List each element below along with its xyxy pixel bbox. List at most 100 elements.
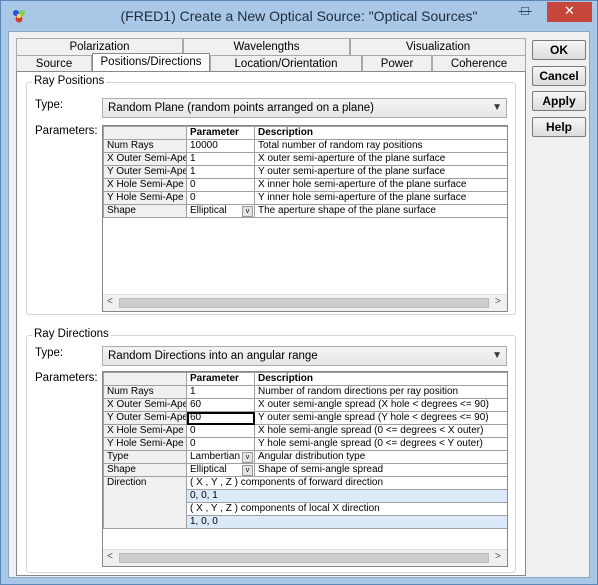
scroll-left-icon[interactable]: < (107, 551, 113, 562)
param-name: X Outer Semi-Ape (103, 398, 187, 412)
forward-direction-value[interactable]: 0, 0, 1 (186, 489, 507, 503)
param-value-cell[interactable]: 0 (186, 178, 255, 192)
param-value-cell-selected[interactable]: 60 (186, 411, 255, 425)
table-row[interactable]: X Hole Semi-Ape 0 X inner hole semi-aper… (103, 178, 507, 192)
dialog-window: (FRED1) Create a New Optical Source: "Op… (0, 0, 598, 585)
table-row[interactable]: Y Hole Semi-Ape 0 Y hole semi-angle spre… (103, 437, 507, 451)
horizontal-scrollbar[interactable]: < > (103, 549, 507, 566)
param-description: X outer semi-angle spread (X hole < degr… (254, 398, 507, 412)
param-description: X inner hole semi-aperture of the plane … (254, 178, 507, 192)
grid-corner (103, 372, 187, 386)
tab-source[interactable]: Source (16, 55, 92, 72)
scroll-left-icon[interactable]: < (107, 296, 113, 307)
ok-button[interactable]: OK (532, 40, 586, 60)
table-row[interactable]: Y Outer Semi-Ape 1 Y outer semi-aperture… (103, 165, 507, 179)
apply-button[interactable]: Apply (532, 91, 586, 111)
ray-positions-type-label: Type: (35, 99, 64, 111)
table-row[interactable]: X Hole Semi-Ape 0 X hole semi-angle spre… (103, 424, 507, 438)
chevron-down-icon: ▼ (492, 350, 502, 361)
param-value-cell[interactable]: 0 (186, 191, 255, 205)
type-dropdown-cell[interactable]: Lambertian v (186, 450, 255, 464)
grid-header-parameter: Parameter (186, 372, 255, 386)
table-row[interactable]: Type Lambertian v Angular distribution t… (103, 450, 507, 464)
param-name: Y Outer Semi-Ape (103, 165, 187, 179)
param-value-cell[interactable]: 60 (186, 398, 255, 412)
grid-corner (103, 126, 187, 140)
horizontal-scrollbar[interactable]: < > (103, 294, 507, 311)
type-value: Lambertian (190, 451, 241, 463)
table-row[interactable]: Num Rays 1 Number of random directions p… (103, 385, 507, 399)
table-row[interactable]: Y Outer Semi-Ape 60 Y outer semi-angle s… (103, 411, 507, 425)
title-bar[interactable]: (FRED1) Create a New Optical Source: "Op… (1, 1, 597, 31)
param-name: Type (103, 450, 187, 464)
shape-value: Elliptical (190, 205, 227, 217)
param-description: Shape of semi-angle spread (254, 463, 507, 477)
param-name: Shape (103, 463, 187, 477)
param-value-cell[interactable]: 10000 (186, 139, 255, 153)
chevron-down-icon[interactable]: v (242, 206, 253, 217)
tab-location-orientation[interactable]: Location/Orientation (210, 55, 362, 72)
ray-directions-type-select[interactable]: Random Directions into an angular range … (102, 346, 507, 366)
dialog-client: OK Cancel Apply Help Polarization Wavele… (8, 31, 590, 578)
shape-value: Elliptical (190, 464, 227, 476)
table-row[interactable]: Shape Elliptical v Shape of semi-angle s… (103, 463, 507, 477)
ray-directions-grid[interactable]: Parameter Description Num Rays 1 Number … (102, 371, 508, 567)
param-description: X hole semi-angle spread (0 <= degrees <… (254, 424, 507, 438)
grid-header-parameter: Parameter (186, 126, 255, 140)
tab-visualization[interactable]: Visualization (350, 38, 526, 55)
tab-power[interactable]: Power (362, 55, 432, 72)
tab-coherence[interactable]: Coherence (432, 55, 526, 72)
scroll-right-icon[interactable]: > (495, 551, 501, 562)
chevron-down-icon[interactable]: v (242, 452, 253, 463)
param-description: Y inner hole semi-aperture of the plane … (254, 191, 507, 205)
param-value-cell[interactable]: 0 (186, 437, 255, 451)
grid-header-description: Description (254, 372, 507, 386)
param-value-cell[interactable]: 1 (186, 165, 255, 179)
ray-directions-type-value: Random Directions into an angular range (108, 350, 318, 362)
scroll-thumb[interactable] (119, 298, 489, 308)
param-value-cell[interactable]: 1 (186, 152, 255, 166)
ray-positions-params-label: Parameters: (35, 125, 98, 137)
ray-directions-type-label: Type: (35, 347, 64, 359)
chevron-down-icon[interactable]: v (242, 465, 253, 476)
ray-positions-type-select[interactable]: Random Plane (random points arranged on … (102, 98, 507, 118)
ray-directions-params-label: Parameters: (35, 372, 98, 384)
ray-positions-type-value: Random Plane (random points arranged on … (108, 102, 374, 114)
param-description: Y outer semi-aperture of the plane surfa… (254, 165, 507, 179)
table-row[interactable]: X Outer Semi-Ape 60 X outer semi-angle s… (103, 398, 507, 412)
ray-positions-grid[interactable]: Parameter Description Num Rays 10000 Tot… (102, 125, 508, 312)
param-name: Y Hole Semi-Ape (103, 191, 187, 205)
param-name: X Outer Semi-Ape (103, 152, 187, 166)
param-value-cell[interactable]: 0 (186, 424, 255, 438)
scroll-thumb[interactable] (119, 553, 489, 563)
close-button[interactable]: ✕ (547, 2, 592, 22)
maximize-button[interactable]: □ (512, 2, 538, 22)
table-row[interactable]: Y Hole Semi-Ape 0 Y inner hole semi-aper… (103, 191, 507, 205)
ray-positions-title: Ray Positions (32, 75, 107, 87)
tab-positions-directions[interactable]: Positions/Directions (92, 53, 210, 72)
shape-dropdown-cell[interactable]: Elliptical v (186, 204, 255, 218)
shape-dropdown-cell[interactable]: Elliptical v (186, 463, 255, 477)
param-name: Direction (103, 476, 187, 529)
param-description: Y outer semi-angle spread (Y hole < degr… (254, 411, 507, 425)
table-row[interactable]: X Outer Semi-Ape 1 X outer semi-aperture… (103, 152, 507, 166)
tab-panel-positions-directions: Ray Positions Type: Random Plane (random… (16, 71, 526, 576)
local-x-direction-header: ( X , Y , Z ) components of local X dire… (186, 502, 507, 516)
grid-header-description: Description (254, 126, 507, 140)
forward-direction-header: ( X , Y , Z ) components of forward dire… (186, 476, 507, 490)
param-description: Y hole semi-angle spread (0 <= degrees <… (254, 437, 507, 451)
param-value-cell[interactable]: 1 (186, 385, 255, 399)
local-x-direction-value[interactable]: 1, 0, 0 (186, 515, 507, 529)
scroll-right-icon[interactable]: > (495, 296, 501, 307)
cancel-button[interactable]: Cancel (532, 66, 586, 86)
param-name: Num Rays (103, 139, 187, 153)
help-button[interactable]: Help (532, 117, 586, 137)
chevron-down-icon: ▼ (492, 102, 502, 113)
table-row[interactable]: Shape Elliptical v The aperture shape of… (103, 204, 507, 218)
window-title: (FRED1) Create a New Optical Source: "Op… (120, 8, 478, 24)
grid-header-row: Parameter Description (103, 126, 507, 140)
param-description: Number of random directions per ray posi… (254, 385, 507, 399)
param-name: X Hole Semi-Ape (103, 178, 187, 192)
table-row[interactable]: Num Rays 10000 Total number of random ra… (103, 139, 507, 153)
param-name: Shape (103, 204, 187, 218)
